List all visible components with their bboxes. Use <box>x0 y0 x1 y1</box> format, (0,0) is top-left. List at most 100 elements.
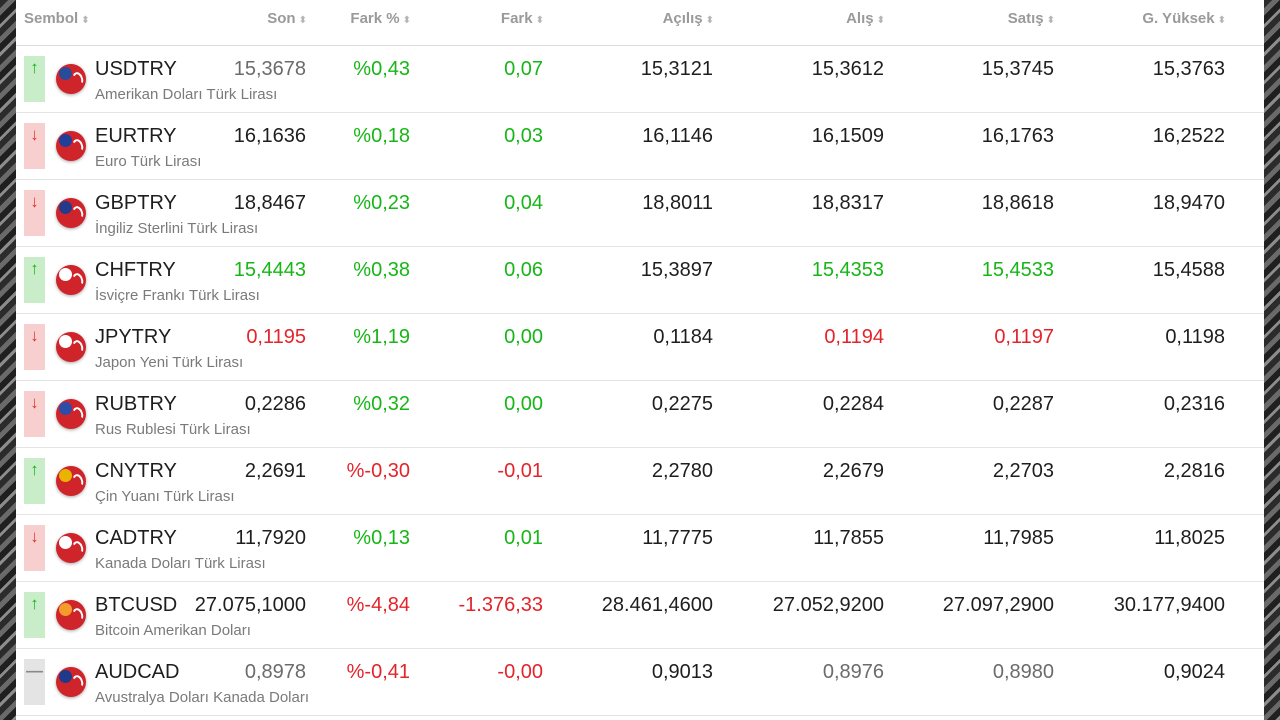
cell-fark: -0,00 <box>497 661 543 683</box>
currency-table: Sembol ⬍ Son ⬍ Fark % ⬍ Fark ⬍ Açılış ⬍ Alış ⬍… <box>16 0 1264 720</box>
gb-flag-icon <box>56 198 86 228</box>
ch-flag-icon <box>56 265 86 295</box>
symbol-link[interactable]: CADTRY <box>95 527 177 550</box>
cell-fark: 0,00 <box>504 393 543 415</box>
symbol-description: Rus Rublesi Türk Lirası <box>95 421 251 438</box>
cn-flag-icon <box>56 466 86 496</box>
crescent-icon <box>70 338 86 356</box>
crescent-icon <box>70 70 86 88</box>
table-row[interactable]: ↑ CNYTRY Çin Yuanı Türk Lirası 2,2691 %-0,30… <box>16 448 1264 515</box>
symbol-description: Euro Türk Lirası <box>95 153 202 170</box>
table-row[interactable]: ↑ CHFTRY İsviçre Frankı Türk Lirası 15,4443… <box>16 247 1264 314</box>
cell-son: 0,2286 <box>244 393 306 415</box>
symbol-link[interactable]: BTCUSD <box>95 594 177 617</box>
symbol-description: İsviçre Frankı Türk Lirası <box>95 287 260 304</box>
flag-canton <box>59 134 72 147</box>
column-header-fark-pct[interactable]: Fark % ⬍ <box>350 10 411 27</box>
table-row[interactable]: ↑ BTCUSD Bitcoin Amerikan Doları 27.075,100… <box>16 582 1264 649</box>
table-row[interactable]: — AUDCAD Avustralya Doları Kanada Doları 0,… <box>16 649 1264 716</box>
cell-son: 11,7920 <box>235 527 306 549</box>
cell-acilis: 15,3121 <box>640 58 713 80</box>
symbol-description: Bitcoin Amerikan Doları <box>95 622 251 639</box>
table-body: ↑ USDTRY Amerikan Doları Türk Lirası 15,367… <box>16 46 1264 716</box>
cell-satis: 16,1763 <box>981 125 1054 147</box>
cell-g-yuksek: 2,2816 <box>1163 460 1225 482</box>
table-row[interactable]: ↓ CADTRY Kanada Doları Türk Lirası 11,7920%… <box>16 515 1264 582</box>
cell-alis: 0,2284 <box>822 393 884 415</box>
cell-g-yuksek: 30.177,9400 <box>1113 594 1225 616</box>
crescent-icon <box>70 137 86 155</box>
cell-acilis: 2,2780 <box>651 460 713 482</box>
flag-canton <box>59 469 72 482</box>
cell-fark-pct: %-4,84 <box>346 594 410 616</box>
cell-son: 15,4443 <box>233 259 306 281</box>
cell-acilis: 15,3897 <box>640 259 713 281</box>
symbol-link[interactable]: CNYTRY <box>95 460 177 483</box>
symbol-link[interactable]: AUDCAD <box>95 661 179 684</box>
column-header-g-yuksek[interactable]: G. Yüksek ⬍ <box>1142 10 1226 27</box>
cell-satis: 18,8618 <box>981 192 1054 214</box>
cell-son: 0,1195 <box>246 326 306 348</box>
background-left <box>0 0 16 720</box>
symbol-description: Japon Yeni Türk Lirası <box>95 354 244 371</box>
flag-canton <box>59 536 72 549</box>
cell-alis: 2,2679 <box>822 460 884 482</box>
cell-son: 16,1636 <box>233 125 306 147</box>
symbol-link[interactable]: USDTRY <box>95 58 177 81</box>
eu-flag-icon <box>56 131 86 161</box>
crescent-icon <box>70 204 86 222</box>
flag-canton <box>59 268 72 281</box>
cell-alis: 16,1509 <box>811 125 884 147</box>
arrow-up-icon: ↑ <box>24 592 45 638</box>
cell-fark-pct: %0,32 <box>353 393 410 415</box>
flag-canton <box>59 402 72 415</box>
cell-fark-pct: %-0,41 <box>346 661 410 683</box>
cell-satis: 15,3745 <box>981 58 1054 80</box>
symbol-description: Çin Yuanı Türk Lirası <box>95 488 235 505</box>
arrow-down-icon: ↓ <box>24 190 45 236</box>
cell-son: 0,8978 <box>244 661 306 683</box>
cell-satis: 2,2703 <box>992 460 1054 482</box>
table-row[interactable]: ↑ USDTRY Amerikan Doları Türk Lirası 15,367… <box>16 46 1264 113</box>
flat-dash-icon: — <box>24 659 45 705</box>
column-header-alis[interactable]: Alış ⬍ <box>846 10 885 27</box>
cell-acilis: 18,8011 <box>642 192 713 214</box>
cell-fark: 0,07 <box>504 58 543 80</box>
symbol-description: İngiliz Sterlini Türk Lirası <box>95 220 259 237</box>
cell-fark-pct: %0,43 <box>353 58 410 80</box>
cell-fark-pct: %-0,30 <box>346 460 410 482</box>
column-header-satis[interactable]: Satış ⬍ <box>1008 10 1055 27</box>
table-row[interactable]: ↓ GBPTRY İngiliz Sterlini Türk Lirası 18,84… <box>16 180 1264 247</box>
cell-fark: -0,01 <box>497 460 543 482</box>
symbol-link[interactable]: RUBTRY <box>95 393 177 416</box>
cell-alis: 15,3612 <box>811 58 884 80</box>
column-header-fark[interactable]: Fark ⬍ <box>501 10 544 27</box>
table-row[interactable]: ↓ RUBTRY Rus Rublesi Türk Lirası 0,2286 %0,3… <box>16 381 1264 448</box>
column-header-acilis[interactable]: Açılış ⬍ <box>663 10 714 27</box>
column-header-sembol[interactable]: Sembol ⬍ <box>24 10 90 27</box>
symbol-link[interactable]: GBPTRY <box>95 192 177 215</box>
cell-acilis: 16,1146 <box>642 125 713 147</box>
symbol-link[interactable]: JPYTRY <box>95 326 171 349</box>
cell-fark-pct: %0,13 <box>353 527 410 549</box>
cell-fark: 0,03 <box>504 125 543 147</box>
sort-icon: ⬍ <box>1046 15 1055 26</box>
arrow-down-icon: ↓ <box>24 123 45 169</box>
jp-flag-icon <box>56 332 86 362</box>
cell-fark-pct: %0,23 <box>353 192 410 214</box>
arrow-up-icon: ↑ <box>24 56 45 102</box>
cell-acilis: 28.461,4600 <box>601 594 713 616</box>
crescent-icon <box>70 405 86 423</box>
cell-fark: 0,04 <box>504 192 543 214</box>
symbol-link[interactable]: CHFTRY <box>95 259 176 282</box>
table-row[interactable]: ↓ EURTRY Euro Türk Lirası 16,1636 %0,18 0,03 1… <box>16 113 1264 180</box>
sort-icon: ⬍ <box>298 15 307 26</box>
sort-icon: ⬍ <box>1217 15 1226 26</box>
crescent-icon <box>70 606 86 624</box>
table-row[interactable]: ↓ JPYTRY Japon Yeni Türk Lirası 0,1195 %1,19… <box>16 314 1264 381</box>
sort-icon: ⬍ <box>535 15 544 26</box>
symbol-description: Amerikan Doları Türk Lirası <box>95 86 278 103</box>
arrow-up-icon: ↑ <box>24 257 45 303</box>
column-header-son[interactable]: Son ⬍ <box>267 10 307 27</box>
symbol-link[interactable]: EURTRY <box>95 125 177 148</box>
